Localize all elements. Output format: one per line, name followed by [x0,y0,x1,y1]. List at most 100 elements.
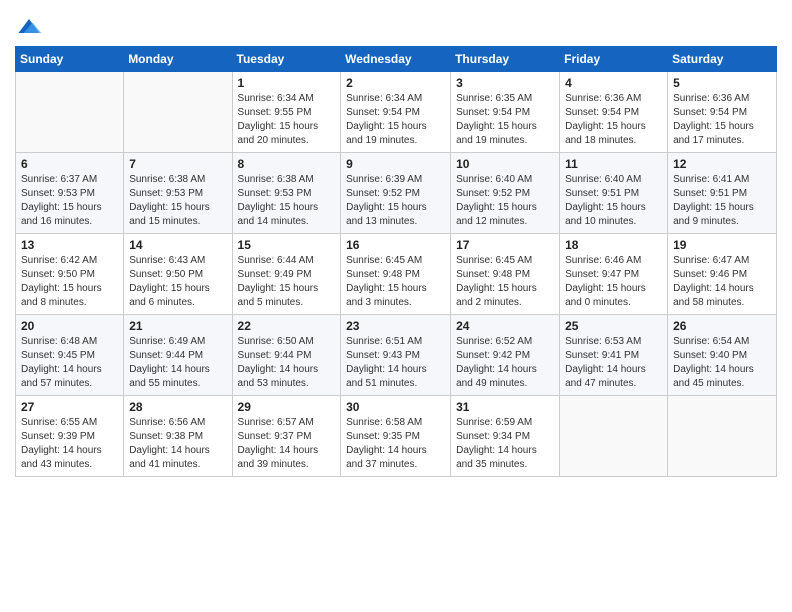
day-number: 12 [673,157,771,171]
day-number: 9 [346,157,445,171]
day-number: 20 [21,319,118,333]
day-info: Sunrise: 6:46 AM Sunset: 9:47 PM Dayligh… [565,254,662,310]
day-number: 2 [346,76,445,90]
weekday-header-wednesday: Wednesday [341,47,451,72]
day-info: Sunrise: 6:37 AM Sunset: 9:53 PM Dayligh… [21,173,118,229]
day-number: 3 [456,76,554,90]
calendar-cell: 2 Sunrise: 6:34 AM Sunset: 9:54 PM Daylig… [341,72,451,153]
day-number: 21 [129,319,226,333]
day-info: Sunrise: 6:42 AM Sunset: 9:50 PM Dayligh… [21,254,118,310]
day-info: Sunrise: 6:39 AM Sunset: 9:52 PM Dayligh… [346,173,445,229]
calendar-cell: 1 Sunrise: 6:34 AM Sunset: 9:55 PM Daylig… [232,72,341,153]
calendar-cell: 5Sunrise: 6:36 AM Sunset: 9:54 PM Daylig… [668,72,777,153]
day-number: 18 [565,238,662,252]
week-row-3: 13Sunrise: 6:42 AM Sunset: 9:50 PM Dayli… [16,234,777,315]
day-info: Sunrise: 6:35 AM Sunset: 9:54 PM Dayligh… [456,92,554,148]
calendar-cell [668,396,777,477]
day-number: 25 [565,319,662,333]
calendar-cell: 30 Sunrise: 6:58 AM Sunset: 9:35 PM Dayli… [341,396,451,477]
weekday-header-row: SundayMondayTuesdayWednesdayThursdayFrid… [16,47,777,72]
calendar-cell: 6Sunrise: 6:37 AM Sunset: 9:53 PM Daylig… [16,153,124,234]
week-row-4: 20 Sunrise: 6:48 AM Sunset: 9:45 PM Dayli… [16,315,777,396]
calendar-cell: 22Sunrise: 6:50 AM Sunset: 9:44 PM Dayli… [232,315,341,396]
day-number: 10 [456,157,554,171]
day-number: 19 [673,238,771,252]
calendar-cell: 26Sunrise: 6:54 AM Sunset: 9:40 PM Dayli… [668,315,777,396]
day-number: 5 [673,76,771,90]
weekday-header-sunday: Sunday [16,47,124,72]
day-info: Sunrise: 6:57 AM Sunset: 9:37 PM Dayligh… [238,416,336,472]
calendar-cell: 8Sunrise: 6:38 AM Sunset: 9:53 PM Daylig… [232,153,341,234]
calendar-cell: 14Sunrise: 6:43 AM Sunset: 9:50 PM Dayli… [124,234,232,315]
day-info: Sunrise: 6:47 AM Sunset: 9:46 PM Dayligh… [673,254,771,310]
day-info: Sunrise: 6:56 AM Sunset: 9:38 PM Dayligh… [129,416,226,472]
day-info: Sunrise: 6:59 AM Sunset: 9:34 PM Dayligh… [456,416,554,472]
day-number: 17 [456,238,554,252]
day-info: Sunrise: 6:52 AM Sunset: 9:42 PM Dayligh… [456,335,554,391]
day-info: Sunrise: 6:34 AM Sunset: 9:55 PM Dayligh… [238,92,336,148]
day-info: Sunrise: 6:40 AM Sunset: 9:52 PM Dayligh… [456,173,554,229]
calendar-cell: 21 Sunrise: 6:49 AM Sunset: 9:44 PM Dayli… [124,315,232,396]
week-row-5: 27 Sunrise: 6:55 AM Sunset: 9:39 PM Dayli… [16,396,777,477]
day-number: 29 [238,400,336,414]
weekday-header-saturday: Saturday [668,47,777,72]
day-number: 23 [346,319,445,333]
page: SundayMondayTuesdayWednesdayThursdayFrid… [0,0,792,612]
day-number: 7 [129,157,226,171]
day-number: 30 [346,400,445,414]
calendar-cell: 4 Sunrise: 6:36 AM Sunset: 9:54 PM Daylig… [560,72,668,153]
day-number: 27 [21,400,118,414]
day-info: Sunrise: 6:36 AM Sunset: 9:54 PM Dayligh… [565,92,662,148]
calendar-cell: 23 Sunrise: 6:51 AM Sunset: 9:43 PM Dayli… [341,315,451,396]
calendar-cell: 7Sunrise: 6:38 AM Sunset: 9:53 PM Daylig… [124,153,232,234]
day-number: 16 [346,238,445,252]
day-info: Sunrise: 6:49 AM Sunset: 9:44 PM Dayligh… [129,335,226,391]
day-info: Sunrise: 6:54 AM Sunset: 9:40 PM Dayligh… [673,335,771,391]
week-row-2: 6Sunrise: 6:37 AM Sunset: 9:53 PM Daylig… [16,153,777,234]
day-info: Sunrise: 6:45 AM Sunset: 9:48 PM Dayligh… [346,254,445,310]
day-info: Sunrise: 6:55 AM Sunset: 9:39 PM Dayligh… [21,416,118,472]
calendar-cell [16,72,124,153]
calendar-cell: 18 Sunrise: 6:46 AM Sunset: 9:47 PM Dayli… [560,234,668,315]
calendar-cell: 29 Sunrise: 6:57 AM Sunset: 9:37 PM Dayli… [232,396,341,477]
calendar-cell: 15 Sunrise: 6:44 AM Sunset: 9:49 PM Dayli… [232,234,341,315]
logo-icon [15,12,43,40]
calendar-cell [560,396,668,477]
day-info: Sunrise: 6:44 AM Sunset: 9:49 PM Dayligh… [238,254,336,310]
day-info: Sunrise: 6:41 AM Sunset: 9:51 PM Dayligh… [673,173,771,229]
day-number: 31 [456,400,554,414]
calendar-cell: 20 Sunrise: 6:48 AM Sunset: 9:45 PM Dayli… [16,315,124,396]
weekday-header-friday: Friday [560,47,668,72]
day-number: 14 [129,238,226,252]
calendar-cell: 17Sunrise: 6:45 AM Sunset: 9:48 PM Dayli… [451,234,560,315]
day-number: 4 [565,76,662,90]
day-number: 28 [129,400,226,414]
day-number: 1 [238,76,336,90]
day-info: Sunrise: 6:53 AM Sunset: 9:41 PM Dayligh… [565,335,662,391]
day-info: Sunrise: 6:48 AM Sunset: 9:45 PM Dayligh… [21,335,118,391]
calendar-cell: 3 Sunrise: 6:35 AM Sunset: 9:54 PM Daylig… [451,72,560,153]
day-info: Sunrise: 6:34 AM Sunset: 9:54 PM Dayligh… [346,92,445,148]
calendar-cell: 24 Sunrise: 6:52 AM Sunset: 9:42 PM Dayli… [451,315,560,396]
weekday-header-thursday: Thursday [451,47,560,72]
calendar-cell: 9 Sunrise: 6:39 AM Sunset: 9:52 PM Daylig… [341,153,451,234]
week-row-1: 1 Sunrise: 6:34 AM Sunset: 9:55 PM Daylig… [16,72,777,153]
day-number: 15 [238,238,336,252]
calendar-cell: 31 Sunrise: 6:59 AM Sunset: 9:34 PM Dayli… [451,396,560,477]
day-info: Sunrise: 6:51 AM Sunset: 9:43 PM Dayligh… [346,335,445,391]
calendar-cell [124,72,232,153]
calendar-cell: 11Sunrise: 6:40 AM Sunset: 9:51 PM Dayli… [560,153,668,234]
day-info: Sunrise: 6:58 AM Sunset: 9:35 PM Dayligh… [346,416,445,472]
header [15,10,777,40]
calendar-cell: 12 Sunrise: 6:41 AM Sunset: 9:51 PM Dayli… [668,153,777,234]
day-info: Sunrise: 6:40 AM Sunset: 9:51 PM Dayligh… [565,173,662,229]
calendar-cell: 10 Sunrise: 6:40 AM Sunset: 9:52 PM Dayli… [451,153,560,234]
calendar-cell: 16 Sunrise: 6:45 AM Sunset: 9:48 PM Dayli… [341,234,451,315]
calendar-cell: 25 Sunrise: 6:53 AM Sunset: 9:41 PM Dayli… [560,315,668,396]
day-number: 22 [238,319,336,333]
calendar-table: SundayMondayTuesdayWednesdayThursdayFrid… [15,46,777,477]
logo [15,10,47,40]
calendar-cell: 19 Sunrise: 6:47 AM Sunset: 9:46 PM Dayli… [668,234,777,315]
weekday-header-monday: Monday [124,47,232,72]
day-number: 24 [456,319,554,333]
